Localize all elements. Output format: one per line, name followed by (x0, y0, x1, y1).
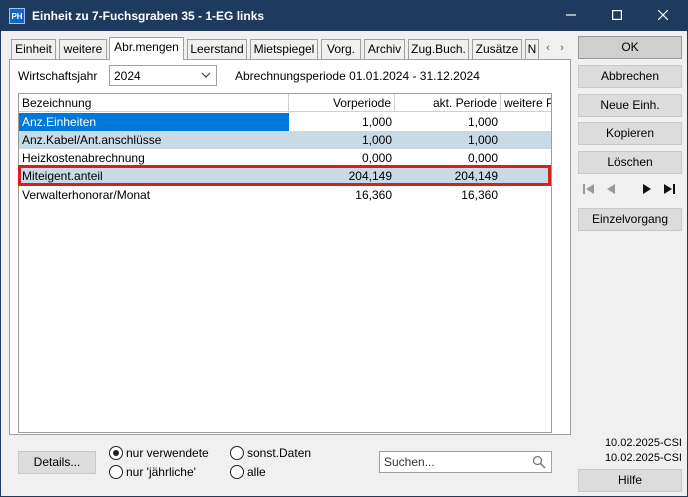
tab-abr-mengen[interactable]: Abr.mengen (109, 37, 184, 60)
fiscal-year-label: Wirtschaftsjahr (18, 69, 98, 83)
table-row[interactable]: Verwalterhonorar/Monat 16,360 16,360 (19, 186, 551, 204)
table-row[interactable]: Anz.Einheiten 1,000 1,000 (19, 113, 551, 131)
window-title: Einheit zu 7-Fuchsgraben 35 - 1-EG links (32, 9, 265, 23)
cancel-button[interactable]: Abbrechen (578, 65, 682, 88)
cell-bezeichnung: Heizkostenabrechnung (22, 151, 145, 165)
cell-akt-periode: 204,149 (454, 169, 498, 183)
first-record-icon (583, 184, 594, 194)
table-row[interactable]: Anz.Kabel/Ant.anschlüsse 1,000 1,000 (19, 131, 551, 149)
last-record-icon (664, 184, 675, 194)
table-row[interactable]: Miteigent.anteil 204,149 204,149 (19, 167, 551, 185)
cell-vorperiode: 204,149 (348, 169, 392, 183)
app-icon: PH (9, 8, 25, 24)
cell-akt-periode: 1,000 (467, 115, 498, 129)
new-unit-button[interactable]: Neue Einh. (578, 94, 682, 117)
tab-scroll-left-icon[interactable]: ‹ (541, 40, 555, 56)
column-header-akt-periode[interactable]: akt. Periode (395, 94, 501, 112)
column-header-vorperiode[interactable]: Vorperiode (289, 94, 395, 112)
next-record-icon (643, 184, 651, 194)
tab-weitere[interactable]: weitere (59, 39, 107, 59)
cell-akt-periode: 0,000 (467, 151, 498, 165)
search-placeholder: Suchen... (384, 455, 435, 469)
cell-akt-periode: 1,000 (467, 133, 498, 147)
cell-vorperiode: 1,000 (361, 115, 392, 129)
tab-vorg[interactable]: Vorg. (321, 39, 361, 59)
radio-other-data-label[interactable]: sonst.Daten (247, 446, 311, 460)
copy-button[interactable]: Kopieren (578, 122, 682, 145)
radio-used-only-label[interactable]: nur verwendete (126, 446, 209, 460)
tab-scroll-right-icon[interactable]: › (555, 40, 569, 56)
fiscal-year-value: 2024 (114, 69, 141, 83)
radio-yearly-only[interactable] (109, 465, 123, 479)
nav-next-button[interactable] (637, 179, 657, 199)
delete-button[interactable]: Löschen (578, 151, 682, 174)
ok-button[interactable]: OK (578, 36, 682, 59)
details-button[interactable]: Details... (18, 451, 96, 474)
dialog-window: PH Einheit zu 7-Fuchsgraben 35 - 1-EG li… (0, 0, 688, 497)
tab-mietspiegel[interactable]: Mietspiegel (250, 39, 318, 59)
minimize-button[interactable] (548, 1, 594, 31)
radio-other-data[interactable] (230, 446, 244, 460)
version-line-1: 10.02.2025-CSI (604, 437, 682, 449)
tab-archiv[interactable]: Archiv (364, 39, 405, 59)
cell-akt-periode: 16,360 (461, 188, 498, 202)
fiscal-year-select[interactable]: 2024 (109, 65, 217, 86)
column-header-weitere[interactable]: weitere P (501, 94, 551, 112)
cell-bezeichnung: Miteigent.anteil (22, 169, 103, 183)
radio-all-label[interactable]: alle (247, 465, 266, 479)
tab-leerstand[interactable]: Leerstand (187, 39, 247, 59)
close-icon (658, 10, 668, 20)
nav-last-button[interactable] (659, 179, 679, 199)
tab-einheit[interactable]: Einheit (11, 39, 56, 59)
search-icon (532, 455, 546, 469)
cell-vorperiode: 16,360 (355, 188, 392, 202)
previous-record-icon (607, 184, 615, 194)
tab-more[interactable]: N (525, 39, 539, 59)
column-header-bezeichnung[interactable]: Bezeichnung (19, 94, 289, 112)
search-input[interactable]: Suchen... (379, 451, 552, 473)
title-bar: PH Einheit zu 7-Fuchsgraben 35 - 1-EG li… (1, 1, 687, 31)
maximize-button[interactable] (594, 1, 640, 31)
help-button[interactable]: Hilfe (578, 469, 682, 492)
nav-first-button[interactable] (579, 179, 599, 199)
grid-header: Bezeichnung Vorperiode akt. Periode weit… (19, 94, 551, 112)
single-process-button[interactable]: Einzelvorgang (578, 208, 682, 231)
tab-zusaetze[interactable]: Zusätze (472, 39, 522, 59)
cell-bezeichnung: Verwalterhonorar/Monat (22, 188, 151, 202)
version-line-2: 10.02.2025-CSI (604, 452, 682, 464)
nav-prev-button[interactable] (601, 179, 621, 199)
radio-used-only[interactable] (109, 446, 123, 460)
chevron-down-icon (201, 72, 211, 78)
radio-all[interactable] (230, 465, 244, 479)
quantities-grid[interactable]: Bezeichnung Vorperiode akt. Periode weit… (18, 93, 552, 433)
close-window-button[interactable] (640, 1, 686, 31)
table-row[interactable]: Heizkostenabrechnung 0,000 0,000 (19, 149, 551, 167)
billing-period-text: Abrechnungsperiode 01.01.2024 - 31.12.20… (235, 69, 480, 83)
cell-bezeichnung: Anz.Einheiten (19, 113, 289, 131)
minimize-icon (566, 14, 576, 16)
cell-vorperiode: 0,000 (361, 151, 392, 165)
radio-yearly-only-label[interactable]: nur 'jährliche' (126, 465, 196, 479)
tab-strip: Einheit weitere Abr.mengen Leerstand Mie… (9, 37, 569, 60)
cell-vorperiode: 1,000 (361, 133, 392, 147)
tab-zug-buch[interactable]: Zug.Buch. (408, 39, 469, 59)
maximize-icon (612, 10, 622, 20)
cell-bezeichnung: Anz.Kabel/Ant.anschlüsse (22, 133, 162, 147)
